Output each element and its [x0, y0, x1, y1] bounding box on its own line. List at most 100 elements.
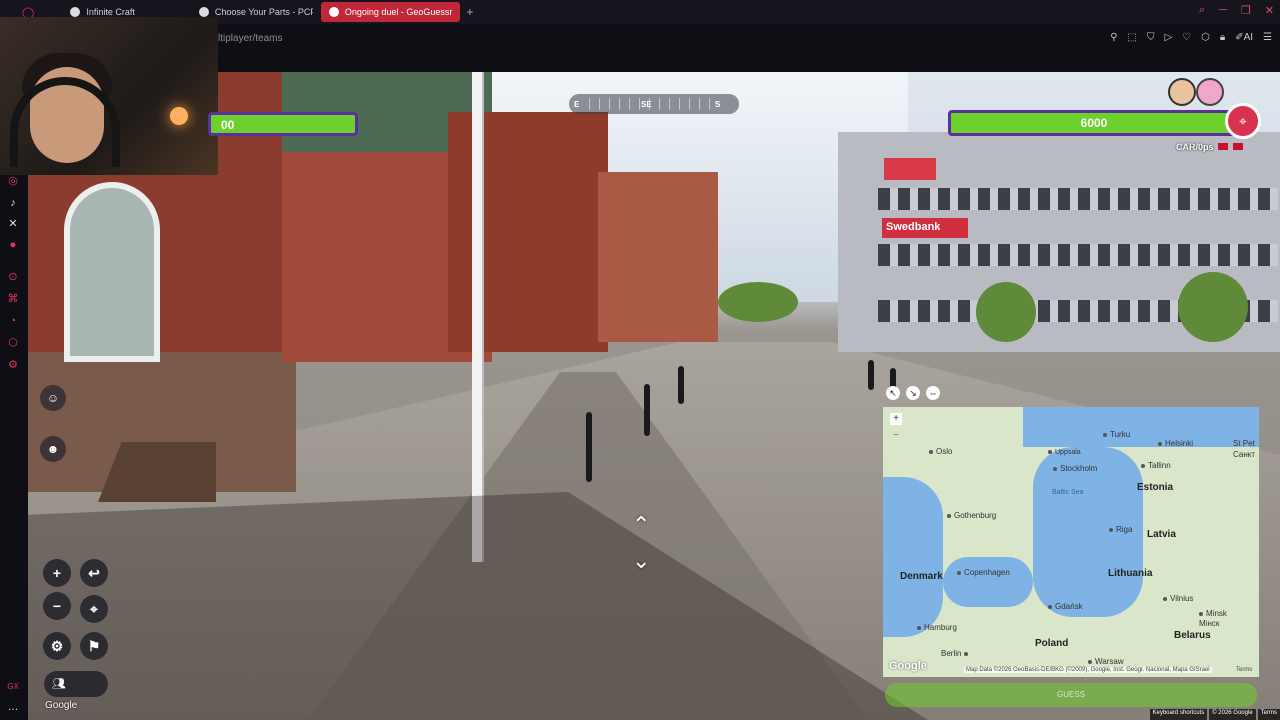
city-label: Minsk: [1199, 609, 1227, 618]
menu-icon[interactable]: ☰: [1263, 32, 1272, 43]
city-label: Санкт: [1233, 450, 1255, 459]
country-label: Lithuania: [1108, 568, 1153, 579]
city-label: Мінск: [1199, 619, 1220, 628]
bollard: [678, 366, 684, 404]
snapshot-icon[interactable]: ⬚: [1128, 32, 1137, 43]
settings-gear-icon[interactable]: ⚙: [43, 632, 71, 660]
shield-icon[interactable]: ⛉: [1147, 32, 1155, 43]
city-label: Turku: [1103, 430, 1130, 439]
compass-center: SE: [641, 100, 652, 109]
map-attribution: Map Data ©2026 GeoBasis-DE/BKG (©2009), …: [964, 667, 1212, 673]
map-terms-link[interactable]: Terms: [1236, 667, 1252, 673]
tiktok-icon[interactable]: ♪: [6, 196, 20, 210]
tab-label: Ongoing duel - GeoGuessr: [344, 7, 453, 17]
guess-map[interactable]: Oslo Uppsala Stockholm Turku Helsinki Ta…: [883, 407, 1259, 677]
terms-link[interactable]: Terms: [1257, 709, 1280, 720]
kattegat-area: [943, 557, 1033, 607]
city-label: Oslo: [929, 447, 952, 456]
map-zoom-in-button[interactable]: +: [890, 413, 902, 425]
city-label: Copenhagen: [957, 568, 1010, 577]
emote-icon[interactable]: ☺: [40, 385, 66, 411]
gx-logo-icon[interactable]: GX: [6, 680, 20, 694]
webcam-overlay: [0, 17, 218, 175]
tab-geoguessr[interactable]: Ongoing duel - GeoGuessr: [320, 2, 461, 22]
arched-window: [64, 182, 160, 362]
music-icon[interactable]: ●: [6, 238, 20, 252]
box-icon[interactable]: ⌘: [6, 292, 20, 306]
bollard: [868, 360, 874, 390]
city-label: Warsaw: [1088, 657, 1124, 666]
more-icon[interactable]: …: [6, 700, 20, 714]
pcpartpicker-icon: [198, 7, 209, 17]
city-label: Riga: [1109, 525, 1132, 534]
infinity-icon: [70, 7, 81, 17]
play-icon[interactable]: ▷: [1164, 32, 1172, 43]
minimize-icon[interactable]: ─: [1219, 4, 1227, 17]
sea-label: Baltic Sea: [1052, 489, 1084, 496]
undo-move-icon[interactable]: ↩: [80, 559, 108, 587]
settings-icon[interactable]: ⚙: [6, 358, 20, 372]
country-label: Poland: [1035, 638, 1069, 649]
lock-icon[interactable]: 🔒︎: [1220, 32, 1225, 43]
team-members-button[interactable]: 👥︎: [44, 671, 108, 697]
map-google-logo: Google: [889, 660, 927, 672]
team-name: CAR/0ps: [1176, 142, 1243, 152]
tree: [718, 282, 798, 322]
pin-map-icon[interactable]: ⇔: [926, 386, 940, 400]
copyright-text: © 2026 Google: [1209, 709, 1256, 720]
extensions-icon[interactable]: ⬡: [1201, 32, 1210, 43]
extensions-sidebar-icon[interactable]: ⬡: [6, 336, 20, 350]
city-label: Hamburg: [917, 623, 957, 632]
map-zoom-out-button[interactable]: −: [890, 430, 902, 442]
close-icon[interactable]: ✕: [1265, 4, 1274, 17]
zoom-in-button[interactable]: +: [43, 559, 71, 587]
city-label: St Pet: [1233, 439, 1255, 448]
player-icon[interactable]: ⊙: [6, 270, 20, 284]
shrink-map-icon[interactable]: ↘: [906, 386, 920, 400]
instagram-icon[interactable]: ◎: [6, 174, 20, 188]
heart-icon[interactable]: ♡: [1182, 32, 1191, 43]
extension-toolbar: ⚲ ⬚ ⛉ ▷ ♡ ⬡ 🔒︎ ✐AI ☰: [1110, 32, 1272, 43]
team-health-bar: 6000: [948, 110, 1240, 136]
city-label: Gothenburg: [947, 511, 996, 520]
tree: [976, 282, 1036, 342]
street-view-footer: Keyboard shortcuts © 2026 Google Terms: [1149, 709, 1280, 720]
window-controls: ⌕ ─ ❐ ✕: [1199, 4, 1274, 17]
compass-right: S: [715, 100, 721, 109]
history-icon[interactable]: ◔: [6, 314, 20, 328]
lamp: [170, 107, 188, 125]
return-to-start-icon[interactable]: ⌖: [80, 595, 108, 623]
country-label: Estonia: [1137, 482, 1174, 493]
new-tab-button[interactable]: +: [460, 5, 479, 19]
pin-icon[interactable]: ⚲: [1110, 32, 1117, 43]
team-name-text: CAR/0ps: [1176, 142, 1214, 152]
flag-icon[interactable]: ⚑: [80, 632, 108, 660]
teammate-avatar: [1196, 78, 1224, 106]
building-mid3: [598, 172, 718, 342]
restore-icon[interactable]: ❐: [1241, 4, 1251, 17]
compass-ticks: [589, 98, 719, 110]
city-label: Stockholm: [1053, 464, 1097, 473]
ai-icon[interactable]: ✐AI: [1235, 32, 1253, 43]
move-forward-arrow-icon[interactable]: ⌃: [632, 512, 650, 538]
zoom-out-button[interactable]: −: [43, 592, 71, 620]
geoguessr-pin-icon: [328, 7, 339, 17]
player-avatar: [1168, 78, 1196, 106]
city-label: Helsinki: [1158, 439, 1193, 448]
guess-button[interactable]: GUESS: [885, 683, 1257, 707]
tab-label: Infinite Craft: [86, 7, 135, 17]
chat-icon[interactable]: ☻: [40, 436, 66, 462]
country-label: Latvia: [1147, 529, 1176, 540]
keyboard-shortcuts-link[interactable]: Keyboard shortcuts: [1149, 709, 1208, 720]
city-label: Berlin: [941, 649, 971, 658]
tab-label: Choose Your Parts - PCPa: [214, 7, 313, 17]
x-icon[interactable]: ✕: [6, 217, 20, 231]
expand-map-icon[interactable]: ↖: [886, 386, 900, 400]
move-back-arrow-icon[interactable]: ⌄: [632, 548, 650, 574]
url-field[interactable]: ltiplayer/teams: [218, 33, 282, 44]
window-row: [878, 188, 1278, 210]
north-sea-area: [883, 477, 943, 637]
denmark-flag-icon: [1218, 143, 1229, 150]
search-icon[interactable]: ⌕: [1199, 4, 1205, 17]
compass: E SE S: [569, 94, 739, 114]
